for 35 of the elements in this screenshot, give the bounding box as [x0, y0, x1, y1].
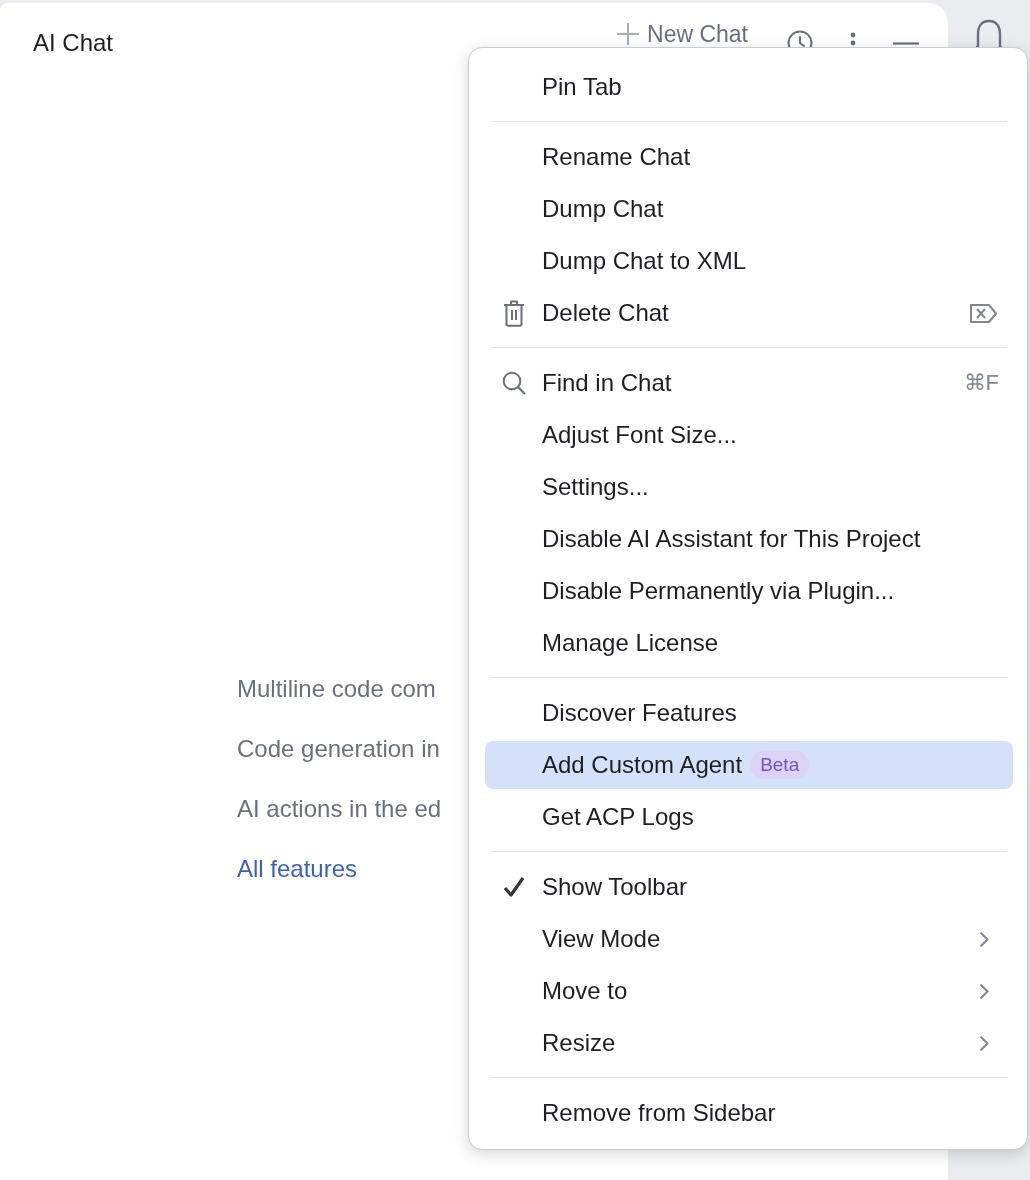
chevron-right-icon	[979, 930, 989, 948]
new-chat-button[interactable]: New Chat	[617, 22, 748, 46]
menu-item[interactable]: Dump Chat to XML	[485, 237, 1013, 285]
menu-item[interactable]: Manage License	[485, 619, 1013, 667]
all-features-link[interactable]: All features	[237, 855, 358, 883]
menu-item[interactable]: Move to	[485, 967, 1013, 1015]
plus-icon	[617, 23, 639, 45]
search-icon	[502, 371, 526, 395]
feature-text: AI actions in the ed	[237, 795, 442, 823]
shortcut-label: ⌘F	[963, 370, 999, 396]
menu-item[interactable]: View Mode	[485, 915, 1013, 963]
menu-item[interactable]: Resize	[485, 1019, 1013, 1067]
chevron-right-icon	[979, 982, 989, 1000]
menu-item[interactable]: Pin Tab	[485, 63, 1013, 111]
feature-text: Code generation in	[237, 735, 440, 763]
menu-item[interactable]: Dump Chat	[485, 185, 1013, 233]
trash-icon	[503, 299, 525, 327]
menu-item[interactable]: Get ACP Logs	[485, 793, 1013, 841]
menu-item[interactable]: Add Custom Agent Beta	[485, 741, 1013, 789]
menu-item[interactable]: Find in Chat ⌘F	[485, 359, 1013, 407]
menu-item[interactable]: Disable Permanently via Plugin...	[485, 567, 1013, 615]
status-badge: Beta	[750, 751, 810, 779]
menu-item[interactable]: Show Toolbar	[485, 863, 1013, 911]
menu-item[interactable]: Disable AI Assistant for This Project	[485, 515, 1013, 563]
panel-title: AI Chat	[33, 29, 114, 57]
menu-item[interactable]: Discover Features	[485, 689, 1013, 737]
minus-icon[interactable]	[893, 41, 919, 45]
chevron-right-icon	[979, 1034, 989, 1052]
feature-text: Multiline code com	[237, 675, 436, 703]
menu-item[interactable]: Remove from Sidebar	[485, 1089, 1013, 1137]
delete-key-icon	[970, 303, 997, 323]
menu-item[interactable]: Settings...	[485, 463, 1013, 511]
menu-item[interactable]: Rename Chat	[485, 133, 1013, 181]
menu-item[interactable]: Adjust Font Size...	[485, 411, 1013, 459]
menu-item[interactable]: Delete Chat	[485, 289, 1013, 337]
